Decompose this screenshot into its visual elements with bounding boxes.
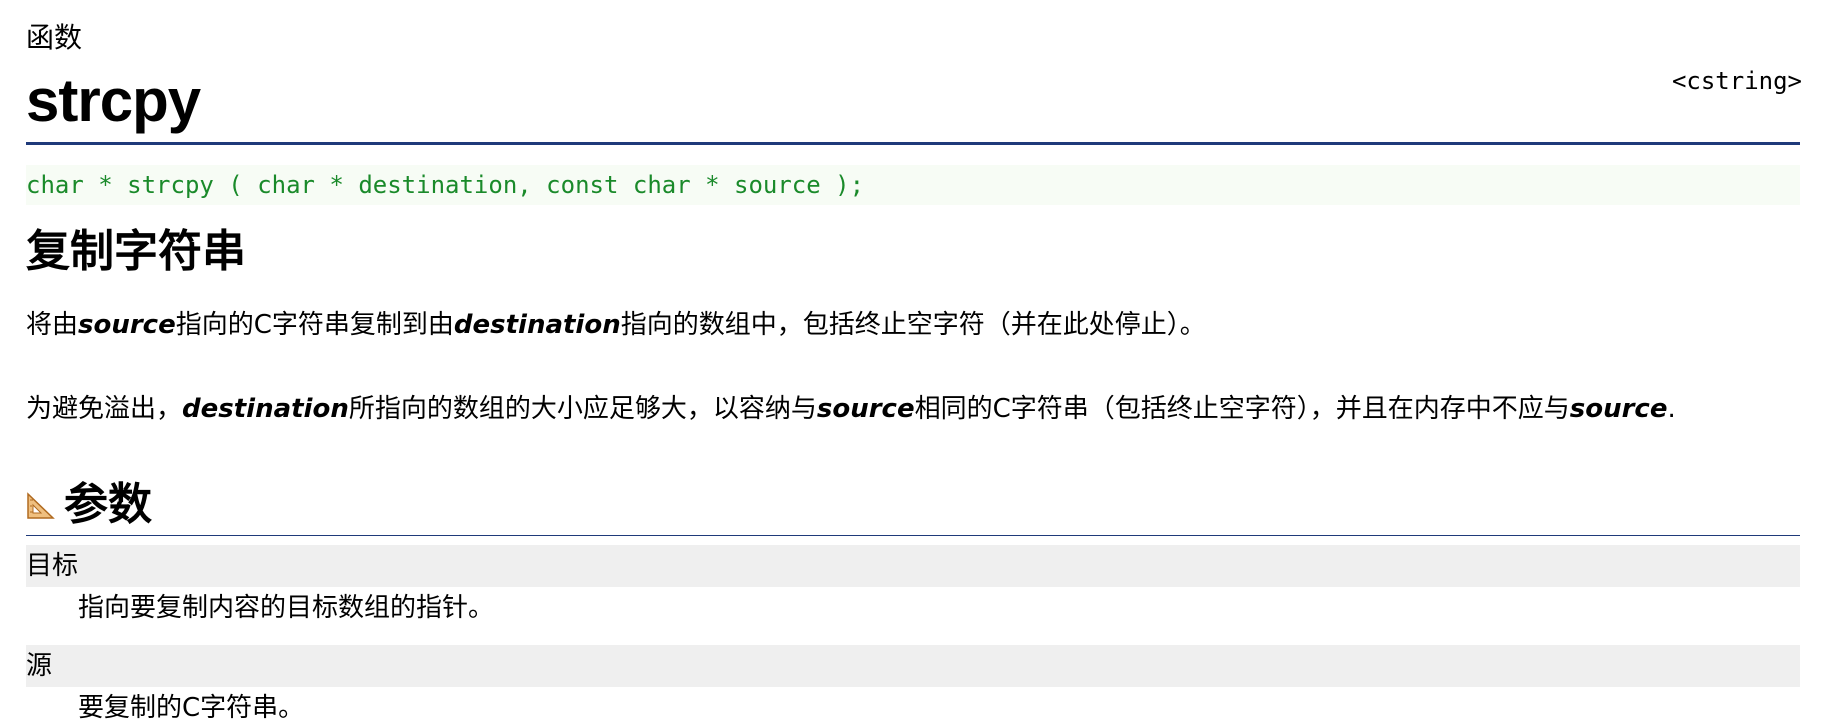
- para1-text-2: 指向的C字符串复制到由: [175, 310, 454, 340]
- page-title: strcpy: [26, 67, 201, 134]
- param-name-source: 源: [26, 645, 1800, 687]
- parameters-divider: [26, 535, 1800, 536]
- header-library[interactable]: <cstring>: [1672, 66, 1802, 96]
- param-desc-source: 要复制的C字符串。: [78, 693, 305, 720]
- para1-text-3: 指向的数组中，包括终止空字符（并在此处停止）。: [620, 310, 1206, 340]
- param-name-destination: 目标: [26, 545, 1800, 587]
- function-prototype: char * strcpy ( char * destination, cons…: [26, 165, 1800, 205]
- para2-text-1: 为避免溢出，: [26, 394, 183, 424]
- para2-text-2: 所指向的数组的大小应足够大，以容纳与: [348, 394, 817, 424]
- para2-text-3: 相同的C字符串（包括终止空字符），并且在内存中不应与: [914, 394, 1570, 424]
- para1-param-source: source: [78, 310, 176, 340]
- parameters-header: 参数: [26, 476, 152, 534]
- ruler-triangle-icon: [26, 490, 56, 520]
- reference-page: 函数 strcpy <cstring> char * strcpy ( char…: [0, 0, 1826, 720]
- description-paragraph-2: 为避免溢出，destination所指向的数组的大小应足够大，以容纳与sourc…: [26, 391, 1800, 427]
- param-desc-destination: 指向要复制内容的目标数组的指针。: [78, 593, 495, 623]
- entry-kind: 函数: [26, 21, 83, 54]
- para2-param-destination: destination: [182, 394, 349, 424]
- para2-param-source: source: [816, 394, 915, 424]
- para2-text-4: .: [1667, 394, 1676, 424]
- title-divider: [26, 142, 1800, 145]
- description-heading: 复制字符串: [26, 226, 246, 277]
- description-paragraph-1: 将由source指向的C字符串复制到由destination指向的数组中，包括终…: [26, 307, 1800, 343]
- para2-param-source-2: source: [1569, 394, 1668, 424]
- parameters-heading: 参数: [64, 479, 152, 530]
- para1-param-destination: destination: [453, 310, 621, 340]
- para1-text-1: 将由: [26, 310, 79, 340]
